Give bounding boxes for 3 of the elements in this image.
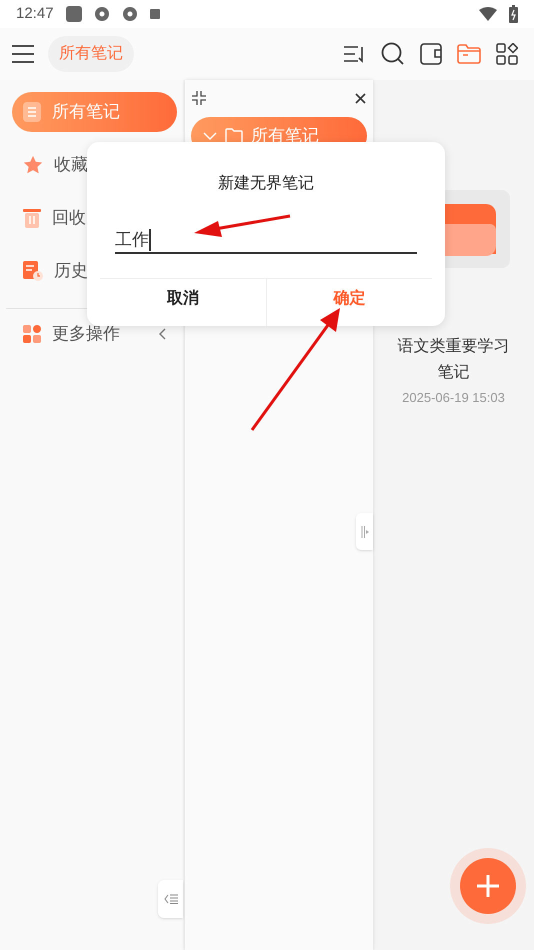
status-time: 12:47	[16, 4, 54, 24]
dialog-title: 新建无界笔记	[218, 174, 314, 194]
note-date: 2025-06-19 15:03	[402, 389, 505, 407]
